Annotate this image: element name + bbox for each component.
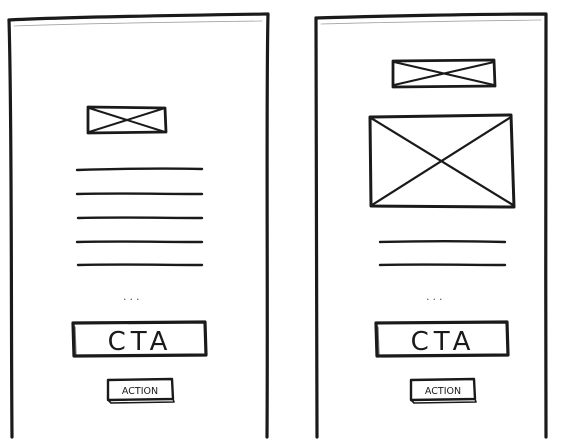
text-lines-left bbox=[77, 169, 202, 265]
cta-label: CTA bbox=[411, 327, 476, 357]
cta-button-right[interactable]: CTA bbox=[376, 322, 508, 357]
action-label: ACTION bbox=[122, 386, 158, 397]
wireframe-canvas: ... CTA ACTION ... CTA bbox=[0, 0, 562, 439]
cta-label: CTA bbox=[108, 327, 173, 357]
phone-frame-left bbox=[9, 14, 268, 437]
action-label: ACTION bbox=[425, 386, 461, 397]
cta-button-left[interactable]: CTA bbox=[73, 322, 206, 357]
image-placeholder-left bbox=[88, 107, 166, 133]
text-line bbox=[77, 169, 202, 170]
action-button-right[interactable]: ACTION bbox=[411, 379, 476, 403]
ellipsis-right: ... bbox=[426, 290, 446, 303]
text-line bbox=[380, 241, 505, 242]
text-lines-right bbox=[380, 241, 505, 265]
action-button-left[interactable]: ACTION bbox=[108, 379, 174, 403]
wireframe-sketch: ... CTA ACTION ... CTA bbox=[0, 0, 562, 439]
ellipsis-left: ... bbox=[123, 290, 143, 303]
image-placeholder-header-right bbox=[393, 60, 495, 87]
image-placeholder-hero-right bbox=[370, 115, 514, 207]
